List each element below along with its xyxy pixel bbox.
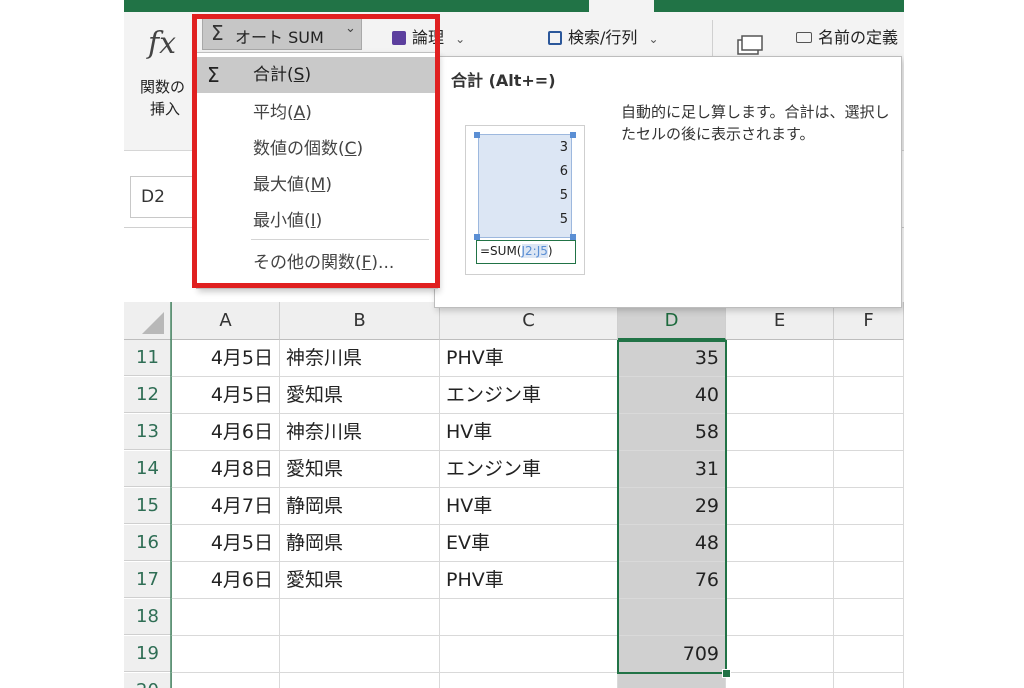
cell-f-17[interactable] <box>834 562 904 599</box>
cell-c-17[interactable]: PHV車 <box>440 562 618 599</box>
title-bar-left <box>124 0 589 12</box>
select-all-corner[interactable] <box>124 302 172 340</box>
cell-b-12[interactable]: 愛知県 <box>280 377 440 414</box>
tooltip-example-image: 3 6 5 5 =SUM(J2:J5) <box>465 125 585 275</box>
lookup-icon <box>548 31 562 45</box>
example-value: 5 <box>559 188 568 203</box>
define-name-button[interactable]: 名前の定義 <box>796 24 898 48</box>
cell-a-19[interactable] <box>172 636 280 673</box>
title-bar-right <box>654 0 904 12</box>
cell-b-20[interactable] <box>280 673 440 688</box>
example-handle <box>570 132 576 138</box>
cell-a-11[interactable]: 4月5日 <box>172 340 280 377</box>
example-value: 3 <box>559 140 568 155</box>
example-value: 5 <box>559 212 568 227</box>
cell-a-12[interactable]: 4月5日 <box>172 377 280 414</box>
cell-e-17[interactable] <box>726 562 834 599</box>
example-value: 6 <box>559 164 568 179</box>
cell-c-12[interactable]: エンジン車 <box>440 377 618 414</box>
cell-c-14[interactable]: エンジン車 <box>440 451 618 488</box>
cell-c-19[interactable] <box>440 636 618 673</box>
row-header[interactable]: 15 <box>124 488 172 524</box>
column-header-a[interactable]: A <box>172 302 280 340</box>
fill-handle[interactable] <box>722 669 731 678</box>
cell-b-13[interactable]: 神奈川県 <box>280 414 440 451</box>
cell-e-19[interactable] <box>726 636 834 673</box>
cell-a-14[interactable]: 4月8日 <box>172 451 280 488</box>
cell-b-11[interactable]: 神奈川県 <box>280 340 440 377</box>
row-header[interactable]: 20 <box>124 673 172 688</box>
insert-function-label-1: 関数の <box>140 78 186 96</box>
formula-suffix: ) <box>547 244 553 258</box>
lookup-button[interactable]: 検索/行列 ⌄ <box>548 24 659 48</box>
cell-f-15[interactable] <box>834 488 904 525</box>
formula-ref: J2:J5 <box>521 244 548 258</box>
cell-e-20[interactable] <box>726 673 834 688</box>
cell-f-18[interactable] <box>834 599 904 636</box>
cell-e-16[interactable] <box>726 525 834 562</box>
cell-c-16[interactable]: EV車 <box>440 525 618 562</box>
cell-e-11[interactable] <box>726 340 834 377</box>
cell-c-15[interactable]: HV車 <box>440 488 618 525</box>
row-header[interactable]: 11 <box>124 340 172 376</box>
lookup-label: 検索/行列 <box>568 28 638 47</box>
cell-c-20[interactable] <box>440 673 618 688</box>
chevron-down-icon: ⌄ <box>455 32 466 46</box>
cell-a-18[interactable] <box>172 599 280 636</box>
tooltip-title: 合計 (Alt+=) <box>451 71 556 90</box>
formula-prefix: =SUM( <box>480 244 522 258</box>
row-header[interactable]: 19 <box>124 636 172 672</box>
cell-a-15[interactable]: 4月7日 <box>172 488 280 525</box>
selection-border <box>617 340 727 674</box>
row-header[interactable]: 12 <box>124 377 172 413</box>
row-header[interactable]: 18 <box>124 599 172 635</box>
row-header[interactable]: 13 <box>124 414 172 450</box>
cell-c-18[interactable] <box>440 599 618 636</box>
example-formula: =SUM(J2:J5) <box>476 240 576 264</box>
fx-icon: fx <box>148 26 177 61</box>
define-name-label: 名前の定義 <box>818 28 899 47</box>
cell-f-20[interactable] <box>834 673 904 688</box>
cell-a-16[interactable]: 4月5日 <box>172 525 280 562</box>
highlight-frame <box>192 14 440 288</box>
cell-e-15[interactable] <box>726 488 834 525</box>
cell-d-20[interactable] <box>618 673 726 688</box>
cell-f-16[interactable] <box>834 525 904 562</box>
cell-c-13[interactable]: HV車 <box>440 414 618 451</box>
cell-b-17[interactable]: 愛知県 <box>280 562 440 599</box>
cell-a-13[interactable]: 4月6日 <box>172 414 280 451</box>
insert-function-label-2: 挿入 <box>150 100 181 118</box>
cell-e-12[interactable] <box>726 377 834 414</box>
name-tag-icon <box>796 32 812 43</box>
cell-f-11[interactable] <box>834 340 904 377</box>
cell-b-18[interactable] <box>280 599 440 636</box>
chevron-down-icon: ⌄ <box>648 32 659 46</box>
cell-b-14[interactable]: 愛知県 <box>280 451 440 488</box>
row-header[interactable]: 17 <box>124 562 172 598</box>
cell-f-19[interactable] <box>834 636 904 673</box>
cell-f-13[interactable] <box>834 414 904 451</box>
insert-function-button[interactable]: fx 関数の 挿入 <box>132 18 186 118</box>
row-header-edge <box>170 302 172 688</box>
row-header[interactable]: 16 <box>124 525 172 561</box>
cell-e-18[interactable] <box>726 599 834 636</box>
autosum-tooltip: 合計 (Alt+=) 自動的に足し算します。合計は、選択したセルの後に表示されま… <box>434 56 902 308</box>
cell-f-14[interactable] <box>834 451 904 488</box>
cell-b-19[interactable] <box>280 636 440 673</box>
cell-e-14[interactable] <box>726 451 834 488</box>
example-values: 3 6 5 5 <box>478 136 568 232</box>
cell-c-11[interactable]: PHV車 <box>440 340 618 377</box>
column-header-b[interactable]: B <box>280 302 440 340</box>
cell-f-12[interactable] <box>834 377 904 414</box>
cell-b-15[interactable]: 静岡県 <box>280 488 440 525</box>
cell-b-16[interactable]: 静岡県 <box>280 525 440 562</box>
row-header[interactable]: 14 <box>124 451 172 487</box>
cell-a-20[interactable] <box>172 673 280 688</box>
cell-e-13[interactable] <box>726 414 834 451</box>
tooltip-description: 自動的に足し算します。合計は、選択したセルの後に表示されます。 <box>621 103 890 143</box>
cell-a-17[interactable]: 4月6日 <box>172 562 280 599</box>
